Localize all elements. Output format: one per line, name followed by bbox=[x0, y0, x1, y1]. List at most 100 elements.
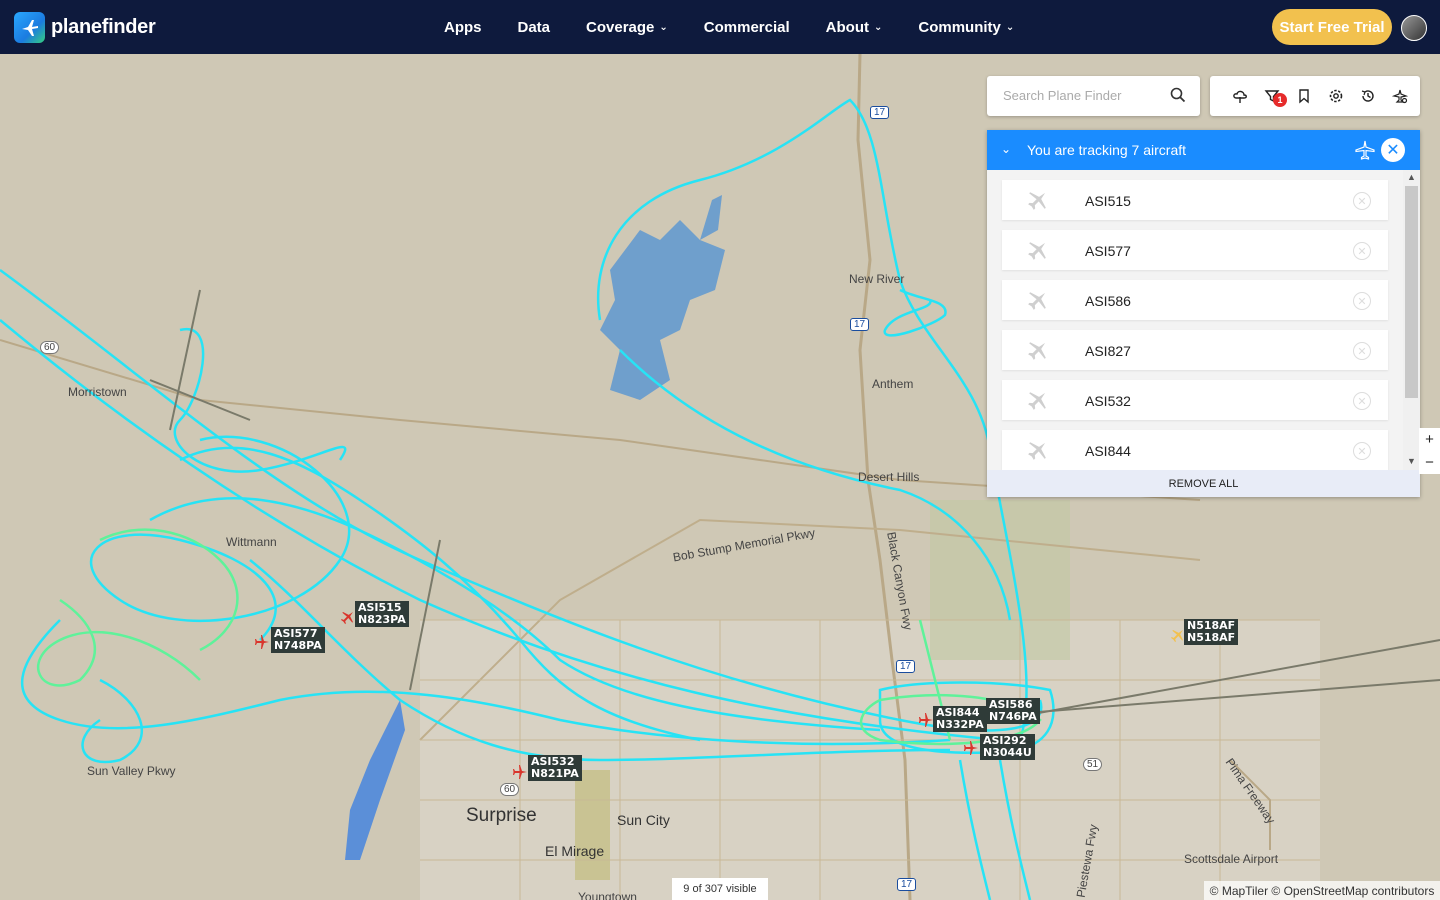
start-free-trial-button[interactable]: Start Free Trial bbox=[1272, 9, 1392, 45]
menu-coverage[interactable]: Coverage ⌄ bbox=[586, 19, 668, 36]
scroll-up-icon[interactable]: ▲ bbox=[1407, 172, 1416, 182]
interstate-shield: 17 bbox=[896, 660, 916, 673]
menu-community-label: Community bbox=[918, 18, 1001, 36]
aircraft-tag-asi586[interactable]: ASI586 N746PA bbox=[986, 698, 1040, 724]
tracked-row[interactable]: ASI515 ✕ bbox=[1002, 180, 1388, 220]
filter-count-badge: 1 bbox=[1273, 93, 1287, 107]
tracked-callsign: ASI532 bbox=[1085, 393, 1131, 409]
tracked-callsign: ASI577 bbox=[1085, 243, 1131, 259]
remove-icon[interactable]: ✕ bbox=[1353, 192, 1371, 210]
place-el-mirage: El Mirage bbox=[545, 843, 605, 859]
place-morristown: Morristown bbox=[68, 385, 127, 399]
search-box bbox=[987, 76, 1200, 116]
search-input[interactable] bbox=[1001, 87, 1165, 104]
remove-icon[interactable]: ✕ bbox=[1353, 442, 1371, 460]
filter-button[interactable]: 1 bbox=[1256, 76, 1288, 116]
place-scottsdale-airport: Scottsdale Airport bbox=[1184, 852, 1279, 866]
aircraft-tag-asi844[interactable]: ASI844 N332PA bbox=[933, 706, 987, 732]
aircraft-marker-asi515[interactable] bbox=[340, 609, 356, 630]
plane-icon bbox=[1026, 289, 1050, 316]
list-scrollbar[interactable]: ▲ ▼ bbox=[1403, 170, 1420, 470]
chevron-down-icon: ⌄ bbox=[1005, 21, 1015, 33]
main-menu: Apps Data Coverage ⌄ Commercial About ⌄ Co… bbox=[444, 0, 1050, 54]
chevron-down-icon: ⌄ bbox=[873, 21, 883, 33]
interstate-shield: 17 bbox=[897, 878, 917, 891]
tracked-callsign: ASI515 bbox=[1085, 193, 1131, 209]
lake-inlet bbox=[700, 195, 722, 240]
history-button[interactable] bbox=[1352, 76, 1384, 116]
bookmark-button[interactable] bbox=[1288, 76, 1320, 116]
agua-fria-river bbox=[345, 700, 405, 860]
place-anthem: Anthem bbox=[872, 377, 914, 391]
tracked-aircraft-list[interactable]: ASI515 ✕ ASI577 ✕ ASI586 ✕ ASI827 ✕ ASI5… bbox=[987, 170, 1420, 470]
zoom-control: + − bbox=[1419, 428, 1440, 474]
plane-icon bbox=[964, 741, 978, 755]
weather-button[interactable] bbox=[1224, 76, 1256, 116]
plane-logo-icon bbox=[14, 12, 45, 43]
tracked-row[interactable]: ASI844 ✕ bbox=[1002, 430, 1388, 470]
tracking-title: You are tracking 7 aircraft bbox=[1027, 142, 1187, 158]
plane-icon bbox=[1026, 439, 1050, 466]
park-area bbox=[575, 770, 610, 880]
remove-icon[interactable]: ✕ bbox=[1353, 342, 1371, 360]
chevron-down-icon[interactable]: ⌄ bbox=[1001, 142, 1011, 156]
brand-logo[interactable]: planefinder bbox=[14, 12, 156, 43]
tag-registration: N821PA bbox=[531, 767, 579, 780]
zoom-out-button[interactable]: − bbox=[1419, 451, 1440, 474]
menu-about[interactable]: About ⌄ bbox=[826, 19, 883, 36]
menu-commercial[interactable]: Commercial bbox=[704, 19, 790, 36]
plane-icon bbox=[919, 713, 933, 727]
scroll-down-icon[interactable]: ▼ bbox=[1407, 456, 1416, 466]
gear-icon bbox=[1329, 89, 1343, 103]
zoom-in-button[interactable]: + bbox=[1419, 428, 1440, 451]
tracked-row[interactable]: ASI827 ✕ bbox=[1002, 330, 1388, 370]
map-attribution[interactable]: © MapTiler © OpenStreetMap contributors bbox=[1204, 881, 1440, 900]
menu-apps[interactable]: Apps bbox=[444, 19, 482, 36]
plane-outline-icon bbox=[1355, 140, 1375, 165]
tracked-row[interactable]: ASI532 ✕ bbox=[1002, 380, 1388, 420]
interstate-shield: 17 bbox=[870, 106, 890, 119]
aircraft-marker-asi577[interactable] bbox=[254, 634, 270, 655]
avatar[interactable] bbox=[1401, 15, 1427, 41]
remove-icon[interactable]: ✕ bbox=[1353, 242, 1371, 260]
aircraft-marker-asi844[interactable] bbox=[918, 712, 934, 733]
tracking-panel-header[interactable]: ⌄ You are tracking 7 aircraft ✕ bbox=[987, 130, 1420, 170]
aircraft-marker-asi532[interactable] bbox=[512, 764, 528, 785]
scrollbar-thumb[interactable] bbox=[1405, 186, 1418, 398]
menu-apps-label: Apps bbox=[444, 18, 482, 36]
bookmark-icon bbox=[1299, 89, 1309, 104]
interstate-shield: 17 bbox=[850, 318, 870, 331]
place-wittmann: Wittmann bbox=[226, 535, 277, 549]
place-sun-city: Sun City bbox=[617, 812, 670, 828]
visible-count: 9 of 307 visible bbox=[672, 878, 768, 900]
settings-button[interactable] bbox=[1320, 76, 1352, 116]
search-icon[interactable] bbox=[1170, 87, 1186, 108]
aircraft-tag-asi577[interactable]: ASI577 N748PA bbox=[271, 627, 325, 653]
plane-icon bbox=[513, 765, 527, 779]
close-icon[interactable]: ✕ bbox=[1381, 138, 1405, 162]
menu-data[interactable]: Data bbox=[518, 19, 551, 36]
plane-icon bbox=[255, 635, 269, 649]
aircraft-tag-asi532[interactable]: ASI532 N821PA bbox=[528, 755, 582, 781]
tracked-row[interactable]: ASI577 ✕ bbox=[1002, 230, 1388, 270]
tag-registration: N746PA bbox=[989, 710, 1037, 723]
plane-icon bbox=[1026, 189, 1050, 216]
remove-icon[interactable]: ✕ bbox=[1353, 392, 1371, 410]
aircraft-tag-asi292[interactable]: ASI292 N3044U bbox=[980, 734, 1035, 760]
aircraft-tag-asi515[interactable]: ASI515 N823PA bbox=[355, 601, 409, 627]
aircraft-marker-asi292[interactable] bbox=[963, 740, 979, 761]
menu-coverage-label: Coverage bbox=[586, 18, 655, 36]
highway-shield: 51 bbox=[1083, 758, 1103, 771]
menu-community[interactable]: Community ⌄ bbox=[918, 19, 1014, 36]
place-new-river: New River bbox=[849, 272, 905, 286]
chevron-down-icon: ⌄ bbox=[659, 21, 668, 33]
aircraft-tag-n518af[interactable]: N518AF N518AF bbox=[1184, 619, 1239, 645]
playback-button[interactable] bbox=[1384, 76, 1416, 116]
remove-all-button[interactable]: REMOVE ALL bbox=[987, 470, 1420, 497]
tag-registration: N3044U bbox=[983, 746, 1032, 759]
menu-data-label: Data bbox=[517, 18, 551, 36]
tracked-callsign: ASI827 bbox=[1085, 343, 1131, 359]
remove-icon[interactable]: ✕ bbox=[1353, 292, 1371, 310]
tracked-row[interactable]: ASI586 ✕ bbox=[1002, 280, 1388, 320]
menu-commercial-label: Commercial bbox=[703, 18, 790, 36]
